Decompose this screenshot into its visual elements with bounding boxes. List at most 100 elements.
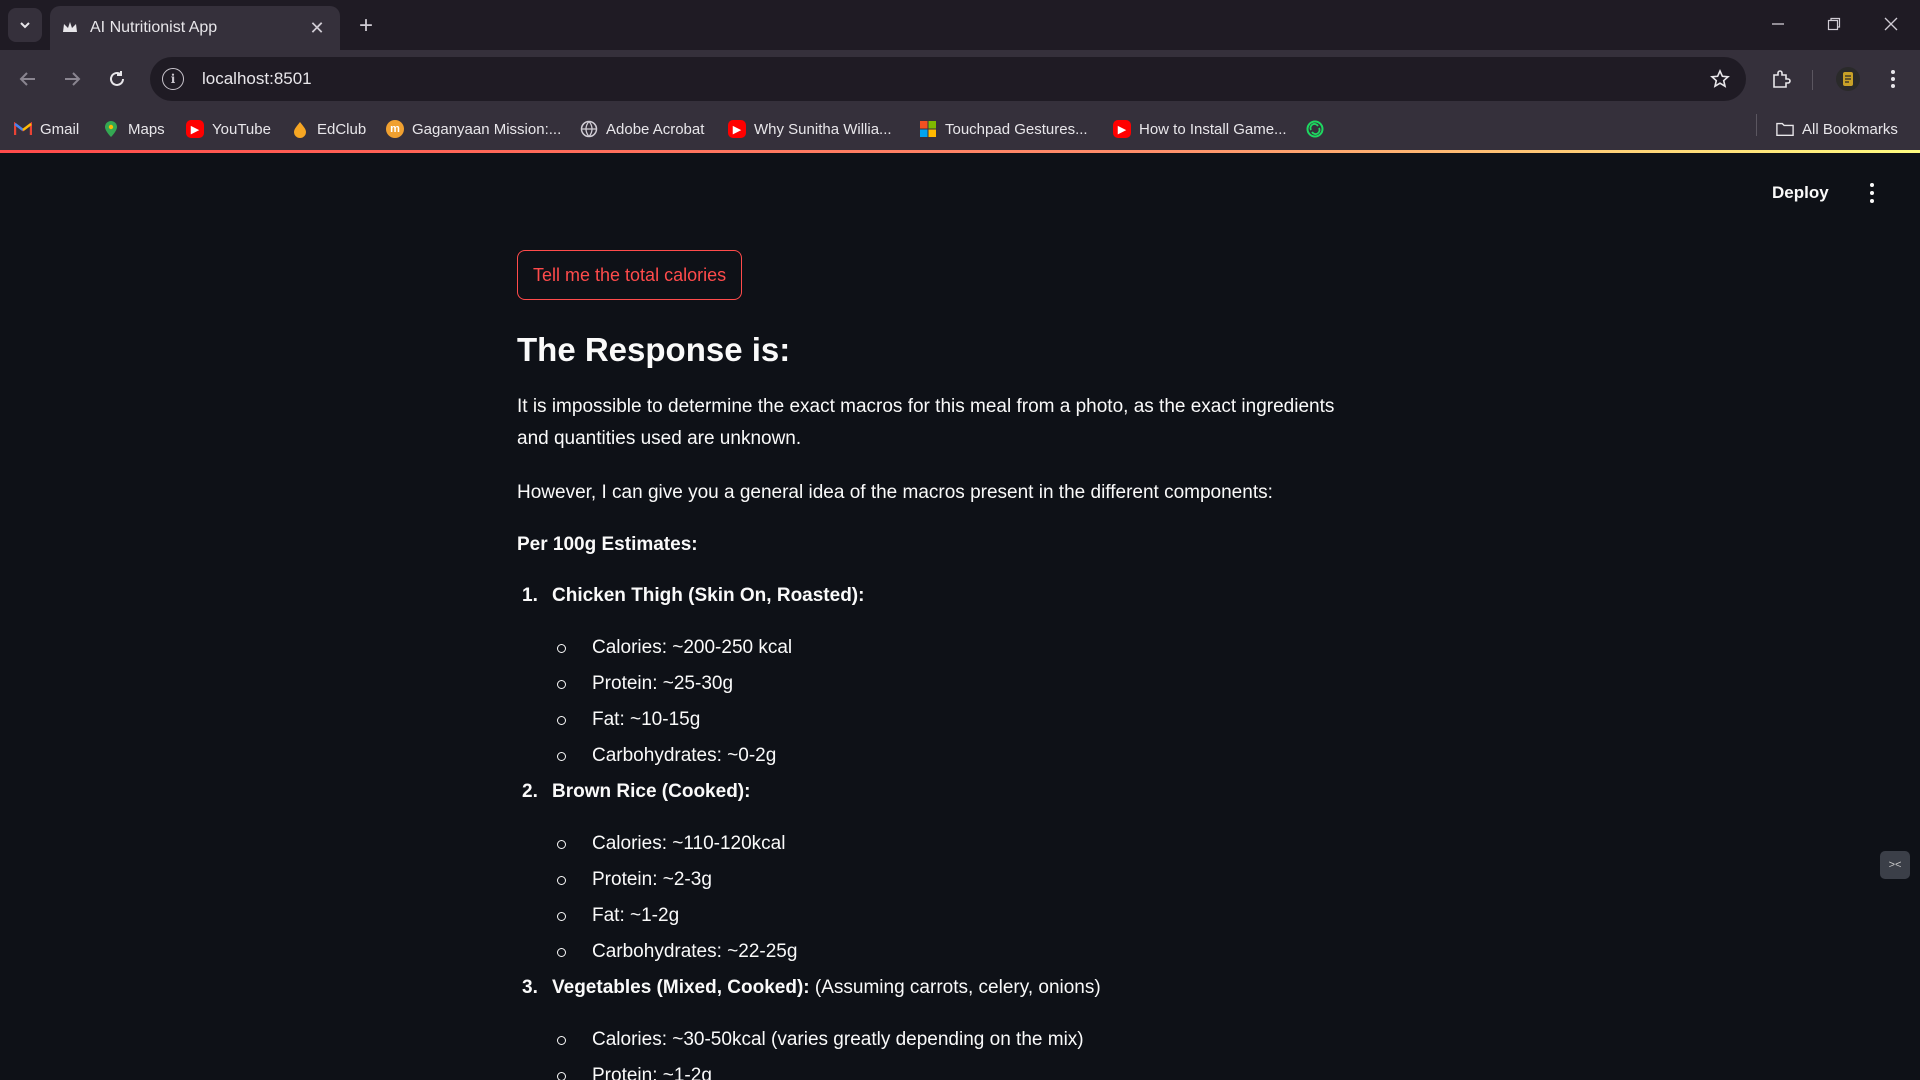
intro-paragraph: It is impossible to determine the exact … bbox=[517, 396, 1335, 449]
back-arrow-icon bbox=[19, 72, 35, 86]
close-icon bbox=[1884, 17, 1898, 31]
list-item: Carbohydrates: ~0-2g bbox=[557, 745, 776, 767]
app-menu-icon[interactable] bbox=[1860, 181, 1884, 205]
list-number: 3. bbox=[522, 977, 538, 998]
bookmarks-bar: Gmail Maps ▶ YouTube EdClub m Gaganyaan … bbox=[0, 108, 1920, 150]
all-bookmarks[interactable]: All Bookmarks bbox=[1776, 116, 1898, 142]
total-calories-button[interactable]: Tell me the total calories bbox=[517, 250, 743, 300]
extensions-icon[interactable] bbox=[1765, 63, 1797, 95]
bullet-icon bbox=[557, 947, 566, 957]
side-panel-toggle-icon[interactable]: >< bbox=[1880, 851, 1910, 879]
url-text: localhost:8501 bbox=[202, 69, 312, 88]
bookmark-green-app[interactable] bbox=[1306, 116, 1332, 142]
bookmark-star-icon[interactable] bbox=[1708, 67, 1732, 91]
youtube-icon: ▶ bbox=[1113, 120, 1131, 138]
gmail-icon bbox=[14, 120, 32, 138]
refresh-circle-icon bbox=[1306, 120, 1324, 138]
tab-title: AI Nutritionist App bbox=[90, 19, 218, 36]
browser-toolbar: i localhost:8501 bbox=[0, 50, 1920, 108]
bullet-icon bbox=[557, 715, 566, 725]
maps-icon bbox=[102, 120, 120, 138]
bookmark-youtube[interactable]: ▶ YouTube bbox=[186, 116, 271, 142]
youtube-icon: ▶ bbox=[186, 120, 204, 138]
chevron-down-icon bbox=[20, 22, 30, 29]
reload-button[interactable] bbox=[101, 63, 133, 95]
bookmark-label: Adobe Acrobat bbox=[606, 120, 705, 138]
bookmark-maps[interactable]: Maps bbox=[102, 116, 165, 142]
close-window-button[interactable] bbox=[1871, 8, 1911, 40]
estimates-title: Per 100g Estimates: bbox=[517, 534, 698, 555]
list-item: Fat: ~10-15g bbox=[557, 709, 700, 731]
bookmark-label: Maps bbox=[128, 120, 165, 138]
bookmark-label: Touchpad Gestures... bbox=[945, 120, 1088, 138]
list-number: 2. bbox=[522, 781, 538, 802]
address-bar[interactable]: i localhost:8501 bbox=[150, 57, 1746, 101]
bullet-icon bbox=[557, 1071, 566, 1080]
response-heading: The Response is: bbox=[517, 331, 791, 368]
forward-arrow-icon bbox=[65, 72, 81, 86]
bookmark-gaganyaan[interactable]: m Gaganyaan Mission:... bbox=[386, 116, 561, 142]
list-item: Calories: ~110-120kcal bbox=[557, 833, 785, 855]
item-title-chicken: Chicken Thigh (Skin On, Roasted): bbox=[552, 585, 865, 606]
globe-icon bbox=[580, 120, 598, 138]
back-button[interactable] bbox=[12, 63, 44, 95]
bookmark-sunitha[interactable]: ▶ Why Sunitha Willia... bbox=[728, 116, 892, 142]
item-title-bold: Vegetables (Mixed, Cooked): bbox=[552, 977, 810, 998]
list-item: Calories: ~200-250 kcal bbox=[557, 637, 792, 659]
bookmark-edclub[interactable]: EdClub bbox=[291, 116, 366, 142]
deploy-button[interactable]: Deploy bbox=[1772, 183, 1829, 203]
tab-bar: AI Nutritionist App ✕ + bbox=[0, 0, 1920, 50]
folder-icon bbox=[1776, 120, 1794, 138]
bookmark-label: EdClub bbox=[317, 120, 367, 138]
app-container: Deploy Tell me the total calories The Re… bbox=[0, 153, 1920, 1080]
bullet-icon bbox=[557, 1035, 566, 1045]
minimize-button[interactable] bbox=[1758, 8, 1798, 40]
bookmarks-divider bbox=[1756, 114, 1757, 136]
forward-button[interactable] bbox=[56, 63, 88, 95]
bookmark-touchpad[interactable]: Touchpad Gestures... bbox=[919, 116, 1088, 142]
bullet-icon bbox=[557, 875, 566, 885]
fact-text: Protein: ~25-30g bbox=[592, 673, 734, 694]
edclub-icon bbox=[291, 120, 309, 138]
site-info-icon[interactable]: i bbox=[162, 68, 184, 90]
profile-avatar-icon[interactable] bbox=[1832, 63, 1864, 95]
bookmark-label: How to Install Game... bbox=[1139, 120, 1287, 138]
fact-text: Calories: ~30-50kcal (varies greatly dep… bbox=[592, 1029, 1084, 1050]
bullet-icon bbox=[557, 643, 566, 653]
fact-text: Protein: ~2-3g bbox=[592, 869, 712, 890]
tab-active[interactable]: AI Nutritionist App ✕ bbox=[50, 6, 340, 50]
tab-search-button[interactable] bbox=[8, 8, 42, 42]
bookmark-gmail[interactable]: Gmail bbox=[14, 116, 79, 142]
list-item: Protein: ~1-2g bbox=[557, 1065, 712, 1080]
list-item: Protein: ~2-3g bbox=[557, 869, 712, 891]
browser-menu-icon[interactable] bbox=[1877, 63, 1909, 95]
crown-icon bbox=[62, 20, 78, 36]
item-title-rice: Brown Rice (Cooked): bbox=[552, 781, 751, 802]
list-item: Fat: ~1-2g bbox=[557, 905, 679, 927]
bullet-icon bbox=[557, 839, 566, 849]
list-number: 1. bbox=[522, 585, 538, 606]
all-bookmarks-label: All Bookmarks bbox=[1802, 120, 1898, 138]
close-tab-icon[interactable]: ✕ bbox=[306, 17, 328, 39]
bookmark-adobe-acrobat[interactable]: Adobe Acrobat bbox=[580, 116, 704, 142]
minimize-icon bbox=[1772, 23, 1784, 25]
new-tab-button[interactable]: + bbox=[352, 12, 380, 40]
restore-icon bbox=[1827, 17, 1841, 31]
toolbar-divider bbox=[1812, 70, 1813, 90]
bullet-icon bbox=[557, 751, 566, 761]
reload-icon bbox=[110, 71, 124, 86]
list-item: Protein: ~25-30g bbox=[557, 673, 733, 695]
item-title-vegetables: Vegetables (Mixed, Cooked): (Assuming ca… bbox=[552, 977, 1101, 999]
fact-text: Carbohydrates: ~22-25g bbox=[592, 941, 798, 962]
bookmark-label: Gaganyaan Mission:... bbox=[412, 120, 562, 138]
list-item: Calories: ~30-50kcal (varies greatly dep… bbox=[557, 1029, 1084, 1051]
microsoft-icon bbox=[919, 120, 937, 138]
bullet-icon bbox=[557, 911, 566, 921]
restore-button[interactable] bbox=[1814, 8, 1854, 40]
fact-text: Fat: ~1-2g bbox=[592, 905, 680, 926]
fact-text: Calories: ~110-120kcal bbox=[592, 833, 786, 854]
bookmark-label: Why Sunitha Willia... bbox=[754, 120, 892, 138]
bookmark-install-game[interactable]: ▶ How to Install Game... bbox=[1113, 116, 1287, 142]
gaganyaan-icon: m bbox=[386, 120, 404, 138]
fact-text: Carbohydrates: ~0-2g bbox=[592, 745, 777, 766]
